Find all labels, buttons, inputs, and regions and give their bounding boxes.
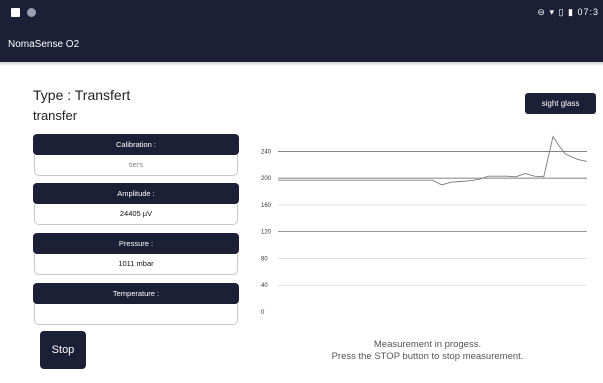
status-time: 07:3 bbox=[577, 7, 599, 17]
app-bar-shadow bbox=[0, 62, 603, 66]
battery-icon: ▮ bbox=[568, 7, 574, 17]
status-message: Measurement in progess. Press the STOP b… bbox=[300, 339, 555, 363]
type-value: transfer bbox=[33, 108, 78, 123]
y-tick-label: 0 bbox=[261, 310, 265, 316]
status-message-line1: Measurement in progess. bbox=[373, 339, 482, 350]
chart-svg: 0 40 80 120 160 200 240 bbox=[261, 135, 588, 316]
amplitude-header: Amplitude : bbox=[33, 183, 239, 204]
status-message-line2: Press the STOP button to stop measuremen… bbox=[331, 351, 524, 362]
app-bar: NomaSense O2 bbox=[0, 26, 603, 62]
pressure-field[interactable]: 1011 mbar bbox=[34, 254, 238, 275]
app-title: NomaSense O2 bbox=[8, 39, 80, 50]
measurement-chart: 0 40 80 120 160 200 240 bbox=[250, 130, 595, 330]
y-tick-label: 40 bbox=[261, 283, 268, 289]
series-line bbox=[278, 135, 588, 186]
calibration-field[interactable]: tiers bbox=[34, 155, 238, 176]
temperature-field[interactable] bbox=[34, 304, 238, 325]
y-tick-label: 160 bbox=[261, 203, 272, 209]
status-icons: ⊖ ▾ ▯ ▮ 07:3 bbox=[537, 7, 599, 18]
y-tick-label: 200 bbox=[261, 176, 272, 182]
no-sim-icon: ▯ bbox=[558, 7, 565, 17]
do-not-disturb-icon: ⊖ bbox=[537, 7, 546, 17]
calibration-header: Calibration : bbox=[33, 134, 239, 155]
pressure-header: Pressure : bbox=[33, 233, 239, 254]
wifi-icon: ▾ bbox=[549, 7, 556, 17]
type-label: Type : Transfert bbox=[33, 87, 131, 103]
amplitude-field[interactable]: 24405 µV bbox=[34, 204, 238, 225]
y-tick-label: 120 bbox=[261, 230, 272, 236]
circle-icon bbox=[27, 8, 36, 17]
y-tick-label: 80 bbox=[261, 256, 268, 262]
status-bar: ⊖ ▾ ▯ ▮ 07:3 bbox=[0, 0, 603, 26]
temperature-header: Temperature : bbox=[33, 283, 239, 304]
sight-glass-button[interactable]: sight glass bbox=[525, 93, 596, 114]
y-tick-label: 240 bbox=[261, 149, 272, 155]
image-icon bbox=[11, 8, 20, 17]
stop-button[interactable]: Stop bbox=[40, 331, 86, 369]
